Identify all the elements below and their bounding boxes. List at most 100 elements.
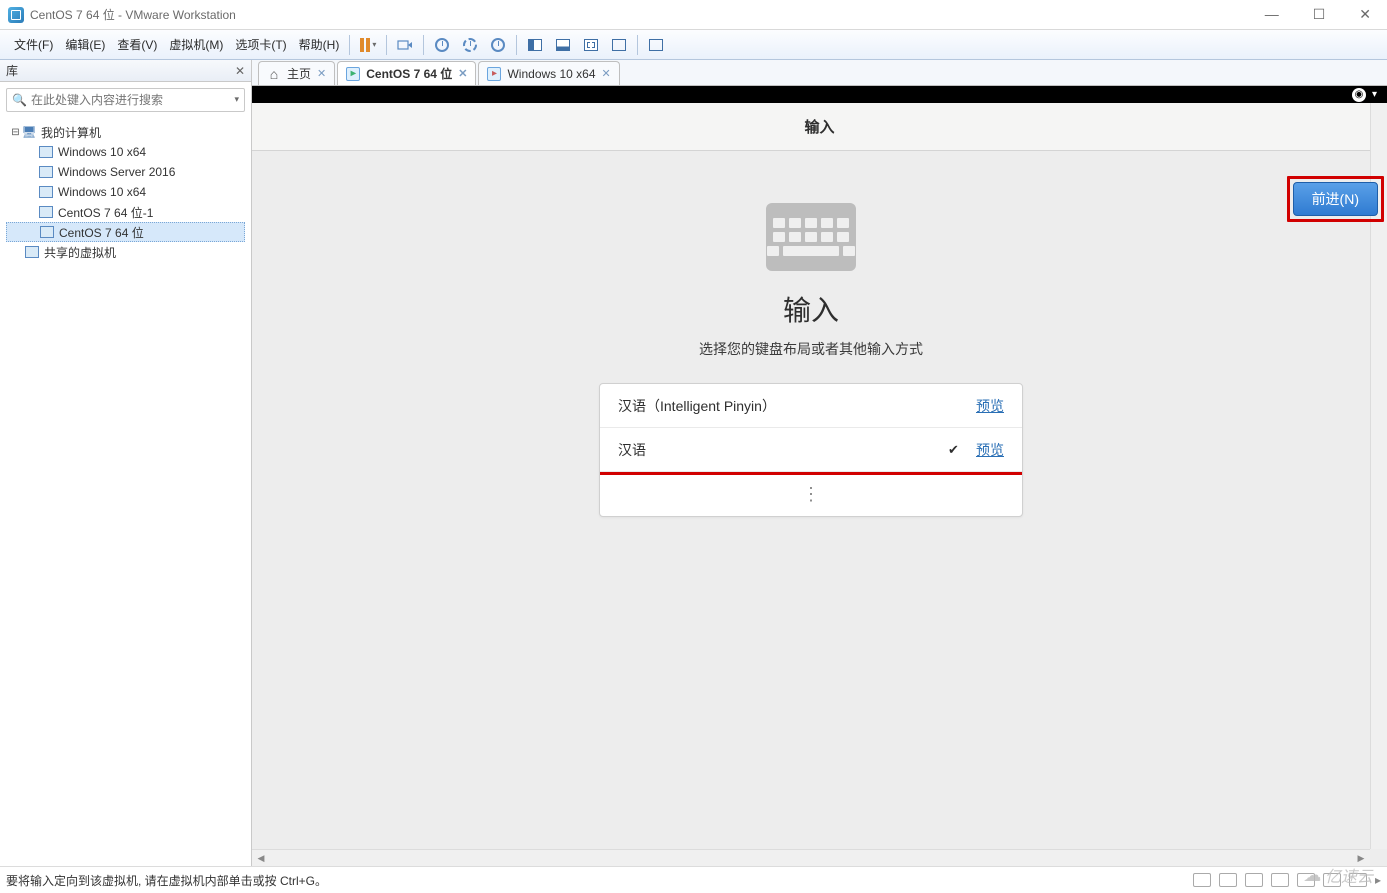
vm-icon — [38, 204, 54, 220]
tree-item-label: Windows 10 x64 — [58, 145, 146, 159]
vm-icon — [39, 224, 55, 240]
window-maximize-button[interactable]: ☐ — [1305, 4, 1334, 25]
input-option-chinese[interactable]: 汉语 ✔ 预览 — [600, 428, 1022, 472]
tab-windows10[interactable]: Windows 10 x64 ✕ — [478, 61, 619, 85]
topbar-menu-icon[interactable]: ▾ — [1372, 89, 1377, 100]
tab-close-icon[interactable]: ✕ — [317, 67, 326, 80]
tab-close-icon[interactable]: ✕ — [602, 67, 611, 80]
status-text: 要将输入定向到该虚拟机, 请在虚拟机内部单击或按 Ctrl+G。 — [6, 872, 327, 889]
preview-link[interactable]: 预览 — [976, 440, 1004, 460]
gnome-topbar: ◉ ▾ — [252, 86, 1387, 103]
tray-cd-icon[interactable] — [1219, 873, 1237, 887]
tree-root-shared[interactable]: 共享的虚拟机 — [6, 242, 245, 262]
next-button[interactable]: 前进(N) — [1293, 182, 1378, 216]
snapshot-button[interactable] — [429, 34, 455, 56]
scroll-left-icon[interactable]: ◀ — [254, 852, 268, 865]
tab-centos[interactable]: CentOS 7 64 位 ✕ — [337, 61, 476, 85]
menu-vm[interactable]: 虚拟机(M) — [163, 32, 229, 57]
annotation-highlight-next: 前进(N) — [1287, 176, 1384, 222]
tree-item-vm[interactable]: CentOS 7 64 位-1 — [6, 202, 245, 222]
revert-snapshot-button[interactable] — [457, 34, 483, 56]
search-dropdown-icon[interactable]: ▾ — [234, 94, 239, 105]
unity-button[interactable] — [606, 34, 632, 56]
check-icon: ✔ — [948, 442, 964, 458]
window-title: CentOS 7 64 位 - VMware Workstation — [30, 6, 1257, 23]
tray-chevron-icon[interactable]: ▸ — [1375, 873, 1381, 887]
tree-root-label: 我的计算机 — [41, 124, 101, 141]
tab-label: Windows 10 x64 — [507, 67, 595, 81]
input-method-list: 汉语（Intelligent Pinyin） 预览 汉语 ✔ 预览 ⋮ — [599, 383, 1023, 517]
library-title: 库 — [6, 62, 18, 79]
tab-bar: 主页 ✕ CentOS 7 64 位 ✕ Windows 10 x64 ✕ — [252, 60, 1387, 86]
send-input-button[interactable] — [392, 34, 418, 56]
vm-running-icon — [346, 67, 360, 81]
menu-edit[interactable]: 编辑(E) — [59, 32, 111, 57]
tab-label: 主页 — [287, 65, 311, 82]
library-search: 🔍 ▾ — [6, 88, 245, 112]
tree-item-vm[interactable]: Windows 10 x64 — [6, 182, 245, 202]
window-minimize-button[interactable]: — — [1257, 4, 1287, 25]
status-bar: 要将输入定向到该虚拟机, 请在虚拟机内部单击或按 Ctrl+G。 ▸ — [0, 866, 1387, 893]
main-area: 主页 ✕ CentOS 7 64 位 ✕ Windows 10 x64 ✕ ◉ … — [252, 60, 1387, 866]
tree-root-mycomputer[interactable]: ⊟ 我的计算机 — [6, 122, 245, 142]
vm-display[interactable]: 输入 输入 选择您的键盘布局或者其他输入方式 汉语（Intelligent Pi… — [252, 103, 1387, 866]
more-options-button[interactable]: ⋮ — [600, 472, 1022, 516]
layout-thumbnail-button[interactable] — [550, 34, 576, 56]
tree-item-vm[interactable]: Windows 10 x64 — [6, 142, 245, 162]
tree-item-label: Windows 10 x64 — [58, 185, 146, 199]
menu-help[interactable]: 帮助(H) — [293, 32, 346, 57]
tree-item-vm[interactable]: Windows Server 2016 — [6, 162, 245, 182]
tree-item-vm-selected[interactable]: CentOS 7 64 位 — [6, 222, 245, 242]
snapshot-manager-button[interactable] — [485, 34, 511, 56]
library-header: 库 ✕ — [0, 60, 251, 82]
input-option-pinyin[interactable]: 汉语（Intelligent Pinyin） 预览 — [600, 384, 1022, 428]
gnome-subheading: 选择您的键盘布局或者其他输入方式 — [252, 339, 1370, 359]
console-view-button[interactable] — [643, 34, 669, 56]
vm-icon — [38, 184, 54, 200]
option-label: 汉语 — [618, 440, 948, 460]
computer-icon — [21, 124, 37, 140]
library-tree: ⊟ 我的计算机 Windows 10 x64 Windows Server 20… — [0, 118, 251, 266]
keyboard-icon — [766, 203, 856, 271]
tree-item-label: CentOS 7 64 位-1 — [58, 204, 153, 221]
tree-item-label: Windows Server 2016 — [58, 165, 175, 179]
gnome-header-title: 输入 — [804, 116, 834, 137]
layout-sidebar-button[interactable] — [522, 34, 548, 56]
collapse-icon[interactable]: ⊟ — [10, 127, 21, 138]
vm-pause-button[interactable]: ▾ — [355, 34, 381, 56]
scrollbar-horizontal[interactable]: ◀ ▶ — [252, 849, 1370, 866]
fullscreen-button[interactable] — [578, 34, 604, 56]
more-icon: ⋮ — [802, 484, 820, 505]
library-panel: 库 ✕ 🔍 ▾ ⊟ 我的计算机 Windows 10 x64 Windows S… — [0, 60, 252, 866]
preview-link[interactable]: 预览 — [976, 396, 1004, 416]
menu-view[interactable]: 查看(V) — [111, 32, 163, 57]
home-icon — [267, 67, 281, 81]
watermark-text: 亿速云 — [1325, 863, 1373, 887]
tray-usb-icon[interactable] — [1271, 873, 1289, 887]
shared-vm-icon — [24, 244, 40, 260]
gnome-body: 输入 选择您的键盘布局或者其他输入方式 汉语（Intelligent Pinyi… — [252, 168, 1370, 849]
tray-network-icon[interactable] — [1245, 873, 1263, 887]
window-titlebar: CentOS 7 64 位 - VMware Workstation — ☐ ✕ — [0, 0, 1387, 30]
gnome-heading: 输入 — [252, 289, 1370, 329]
tab-home[interactable]: 主页 ✕ — [258, 61, 335, 85]
library-close-button[interactable]: ✕ — [235, 64, 245, 78]
tab-close-icon[interactable]: ✕ — [458, 67, 467, 80]
vm-icon — [38, 164, 54, 180]
menu-tabs[interactable]: 选项卡(T) — [229, 32, 292, 57]
menu-bar: 文件(F) 编辑(E) 查看(V) 虚拟机(M) 选项卡(T) 帮助(H) ▾ — [0, 30, 1387, 60]
vm-stopped-icon — [487, 67, 501, 81]
vm-icon — [38, 144, 54, 160]
option-label: 汉语（Intelligent Pinyin） — [618, 396, 976, 416]
tree-shared-label: 共享的虚拟机 — [44, 244, 116, 261]
gnome-header-bar: 输入 — [252, 103, 1387, 151]
vmware-app-icon — [8, 7, 24, 23]
library-search-input[interactable] — [6, 88, 245, 112]
tree-item-label: CentOS 7 64 位 — [59, 224, 144, 241]
window-close-button[interactable]: ✕ — [1351, 4, 1379, 25]
accessibility-icon[interactable]: ◉ — [1352, 88, 1366, 102]
menu-file[interactable]: 文件(F) — [8, 32, 59, 57]
watermark: ☁ 亿速云 — [1303, 863, 1373, 887]
tray-disk-icon[interactable] — [1193, 873, 1211, 887]
cloud-icon: ☁ — [1303, 865, 1321, 886]
